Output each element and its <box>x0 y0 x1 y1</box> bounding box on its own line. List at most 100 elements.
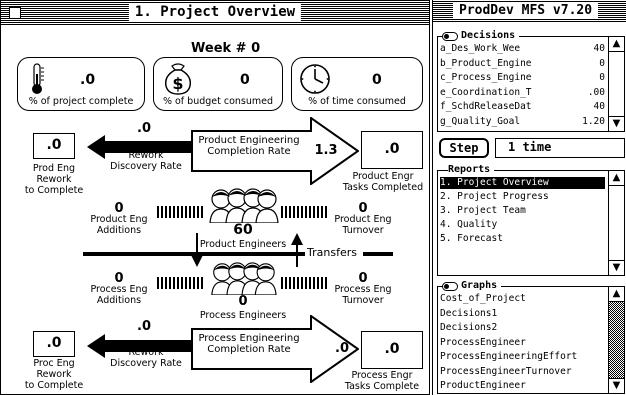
proc-rework-rate-value: .0 <box>137 319 151 334</box>
list-item-label: 5. Forecast <box>440 233 503 244</box>
toggle-icon[interactable] <box>442 281 458 291</box>
prod-turnover-flow <box>281 206 329 218</box>
thermometer-icon <box>32 63 44 94</box>
proc-completion-label: Process Engineering Completion Rate <box>198 333 300 355</box>
gauge-time-consumed: 0 % of time consumed <box>291 57 423 111</box>
project-overview-window: 1. Project Overview Week # 0 .0 % of pro… <box>0 0 430 395</box>
proc-completion-value: .0 <box>335 341 349 356</box>
transfers-divider-right <box>363 252 393 256</box>
prod-tasks-completed-box: .0 <box>361 131 423 169</box>
scroll-up-arrow-icon[interactable]: ▲ <box>609 287 624 302</box>
reports-panel: Reports 1. Project Overview 2. Project Pr… <box>437 164 625 276</box>
proc-tasks-completed-label: Process Engr Tasks Complete <box>344 370 420 392</box>
list-item-value[interactable]: 0 <box>599 72 605 84</box>
list-item-label: b_Product_Engine <box>440 57 532 69</box>
list-item[interactable]: Decisions2 <box>440 322 605 334</box>
title-bar[interactable]: 1. Project Overview <box>1 1 429 25</box>
prod-tasks-completed-value: .0 <box>384 141 400 157</box>
money-bag-icon: $ <box>164 63 192 95</box>
list-item-label: 3. Project Team <box>440 205 526 216</box>
proc-eng-rework-box: .0 <box>33 331 75 357</box>
week-label: Week # 0 <box>191 41 261 56</box>
list-item-label: Decisions1 <box>440 307 498 319</box>
time-consumed-value: 0 <box>372 72 382 88</box>
list-item[interactable]: 3. Project Team <box>440 205 605 217</box>
decisions-header[interactable]: Decisions <box>442 30 520 42</box>
prod-eng-rework-box: .0 <box>33 133 75 159</box>
prod-completion-value: 1.3 <box>314 143 338 158</box>
list-item-value[interactable]: 1.20 <box>582 116 605 128</box>
graphs-scrollbar[interactable]: ▲ ▼ <box>608 287 624 393</box>
window-title: 1. Project Overview <box>128 4 302 21</box>
project-complete-caption: % of project complete <box>28 96 134 107</box>
toggle-icon[interactable] <box>442 31 458 41</box>
prod-rework-rate-value: .0 <box>137 121 151 136</box>
close-box[interactable] <box>9 7 21 19</box>
list-item[interactable]: ProcessEngineer <box>440 337 605 349</box>
control-panel-title-bar[interactable]: ProdDev MFS v7.20 <box>433 0 626 22</box>
proc-tasks-completed-value: .0 <box>384 341 400 357</box>
list-item[interactable]: a_Des_Work_Wee 40 <box>440 43 605 55</box>
process-engineers-icon <box>211 262 277 295</box>
list-item-value[interactable]: 0 <box>599 58 605 70</box>
list-item[interactable]: g_Quality_Goal 1.20 <box>440 116 605 128</box>
list-item-label: ProcessEngineeringEffort <box>440 351 578 362</box>
list-item[interactable]: b_Product_Engine 0 <box>440 58 605 70</box>
list-item[interactable]: e_Coordination_T .00 <box>440 87 605 99</box>
proc-tasks-completed-box: .0 <box>361 331 423 369</box>
list-item-label: ProcessEngineerTurnover <box>440 365 572 377</box>
reports-scrollbar[interactable]: ▲ ▼ <box>608 171 624 275</box>
prod-eng-rework-label: Prod Eng Rework to Complete <box>24 163 84 196</box>
scroll-up-arrow-icon[interactable]: ▲ <box>609 37 624 52</box>
list-item[interactable]: ProcessEngineeringEffort <box>440 351 605 363</box>
list-item[interactable]: 1. Project Overview <box>440 177 605 189</box>
decisions-list: a_Des_Work_Wee 40 b_Product_Engine 0 c_Proce… <box>438 43 607 131</box>
transfer-up-arrow[interactable] <box>291 233 303 267</box>
graphs-header[interactable]: Graphs <box>442 280 502 292</box>
product-engineers-icon <box>209 188 279 223</box>
scroll-up-arrow-icon[interactable]: ▲ <box>609 171 624 186</box>
decisions-scrollbar[interactable]: ▲ ▼ <box>608 37 624 131</box>
list-item-label: Decisions2 <box>440 322 498 333</box>
proc-additions-flow <box>157 277 205 289</box>
project-complete-value: .0 <box>80 72 96 88</box>
list-item[interactable]: Cost_of_Project <box>440 293 605 305</box>
scroll-down-arrow-icon[interactable]: ▼ <box>609 116 624 131</box>
product-engineers-label: Product Engineers <box>199 239 287 250</box>
scroll-down-arrow-icon[interactable]: ▼ <box>609 378 624 393</box>
list-item[interactable]: c_Process_Engine 0 <box>440 72 605 84</box>
proc-turnover-label: Process Eng Turnover <box>334 284 392 306</box>
product-engineers-value: 60 <box>233 222 253 238</box>
list-item[interactable]: 4. Quality <box>440 219 605 231</box>
step-count-field[interactable]: 1 time <box>495 138 625 158</box>
transfers-label: Transfers <box>307 246 357 259</box>
list-item[interactable]: ProcessEngineerTurnover <box>440 366 605 378</box>
prod-eng-rework-value: .0 <box>46 137 62 153</box>
list-item[interactable]: f_SchdReleaseDat 40 <box>440 101 605 113</box>
list-item[interactable]: ProductEngineer <box>440 380 605 392</box>
scroll-track[interactable] <box>609 302 624 378</box>
money-bag-symbol: $ <box>172 74 183 93</box>
graphs-header-label: Graphs <box>461 280 498 291</box>
prod-additions-flow <box>157 206 205 218</box>
list-item-value[interactable]: 40 <box>594 101 605 113</box>
decisions-header-label: Decisions <box>461 30 516 41</box>
proc-rework-rate-label: Rework Discovery Rate <box>110 347 182 369</box>
list-item[interactable]: 2. Project Progress <box>440 191 605 203</box>
graphs-list: Cost_of_Project Decisions1 Decisions2 Proce… <box>438 293 607 393</box>
list-item-label: Cost_of_Project <box>440 293 526 304</box>
list-item[interactable]: Decisions1 <box>440 308 605 320</box>
reports-list: 1. Project Overview 2. Project Progress 3.… <box>438 177 607 275</box>
list-item[interactable]: 5. Forecast <box>440 233 605 245</box>
list-item-value[interactable]: 40 <box>594 43 605 55</box>
list-item-label: ProcessEngineer <box>440 336 526 348</box>
prod-completion-label: Product Engineering Completion Rate <box>198 135 300 157</box>
list-item-value[interactable]: .00 <box>588 87 605 99</box>
scroll-down-arrow-icon[interactable]: ▼ <box>609 260 624 275</box>
list-item-label: 2. Project Progress <box>440 191 549 202</box>
control-panel-title: ProdDev MFS v7.20 <box>453 2 599 19</box>
transfer-down-arrow[interactable] <box>191 233 203 267</box>
step-button[interactable]: Step <box>439 138 489 158</box>
list-item-label: e_Coordination_T <box>440 86 532 98</box>
process-engineers-value: 0 <box>238 294 248 309</box>
